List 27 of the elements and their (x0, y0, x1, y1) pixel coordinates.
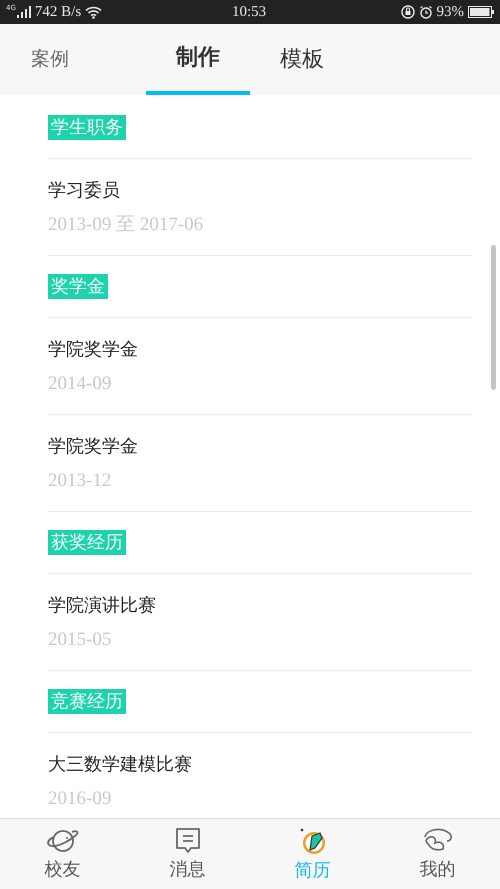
battery-icon (468, 6, 494, 18)
clock-time: 10:53 (232, 2, 266, 22)
pen-badge-icon (298, 826, 328, 856)
alarm-icon (418, 5, 432, 19)
tab[interactable]: 制作 (146, 24, 250, 95)
entry-title[interactable]: 大三数学建模比赛 (48, 753, 472, 777)
rotation-lock-icon (400, 5, 414, 19)
network-speed: 742 B/s (34, 2, 82, 22)
section-tag: 奖学金 (48, 274, 108, 299)
tab[interactable]: 案例 (28, 24, 72, 95)
message-icon (174, 827, 202, 855)
entry-title[interactable]: 学院演讲比赛 (48, 594, 472, 618)
wifi-icon (85, 6, 102, 18)
section-tag: 竞赛经历 (48, 689, 126, 714)
nav-tab[interactable]: 我的 (375, 819, 500, 889)
section-tag: 学生职务 (48, 115, 126, 140)
nav-tab[interactable]: 校友 (0, 819, 125, 889)
entry-title[interactable]: 学习委员 (48, 179, 472, 203)
planet-icon (44, 827, 80, 855)
scrollbar[interactable] (491, 245, 496, 390)
nav-tab[interactable]: 消息 (125, 819, 250, 889)
tab[interactable]: 模板 (252, 24, 352, 95)
entry-title[interactable]: 学院奖学金 (48, 435, 472, 459)
battery-percent: 93% (436, 2, 464, 22)
section-tag: 获奖经历 (48, 530, 126, 555)
signal-icon (16, 6, 31, 18)
entry-title[interactable]: 学院奖学金 (48, 338, 472, 362)
